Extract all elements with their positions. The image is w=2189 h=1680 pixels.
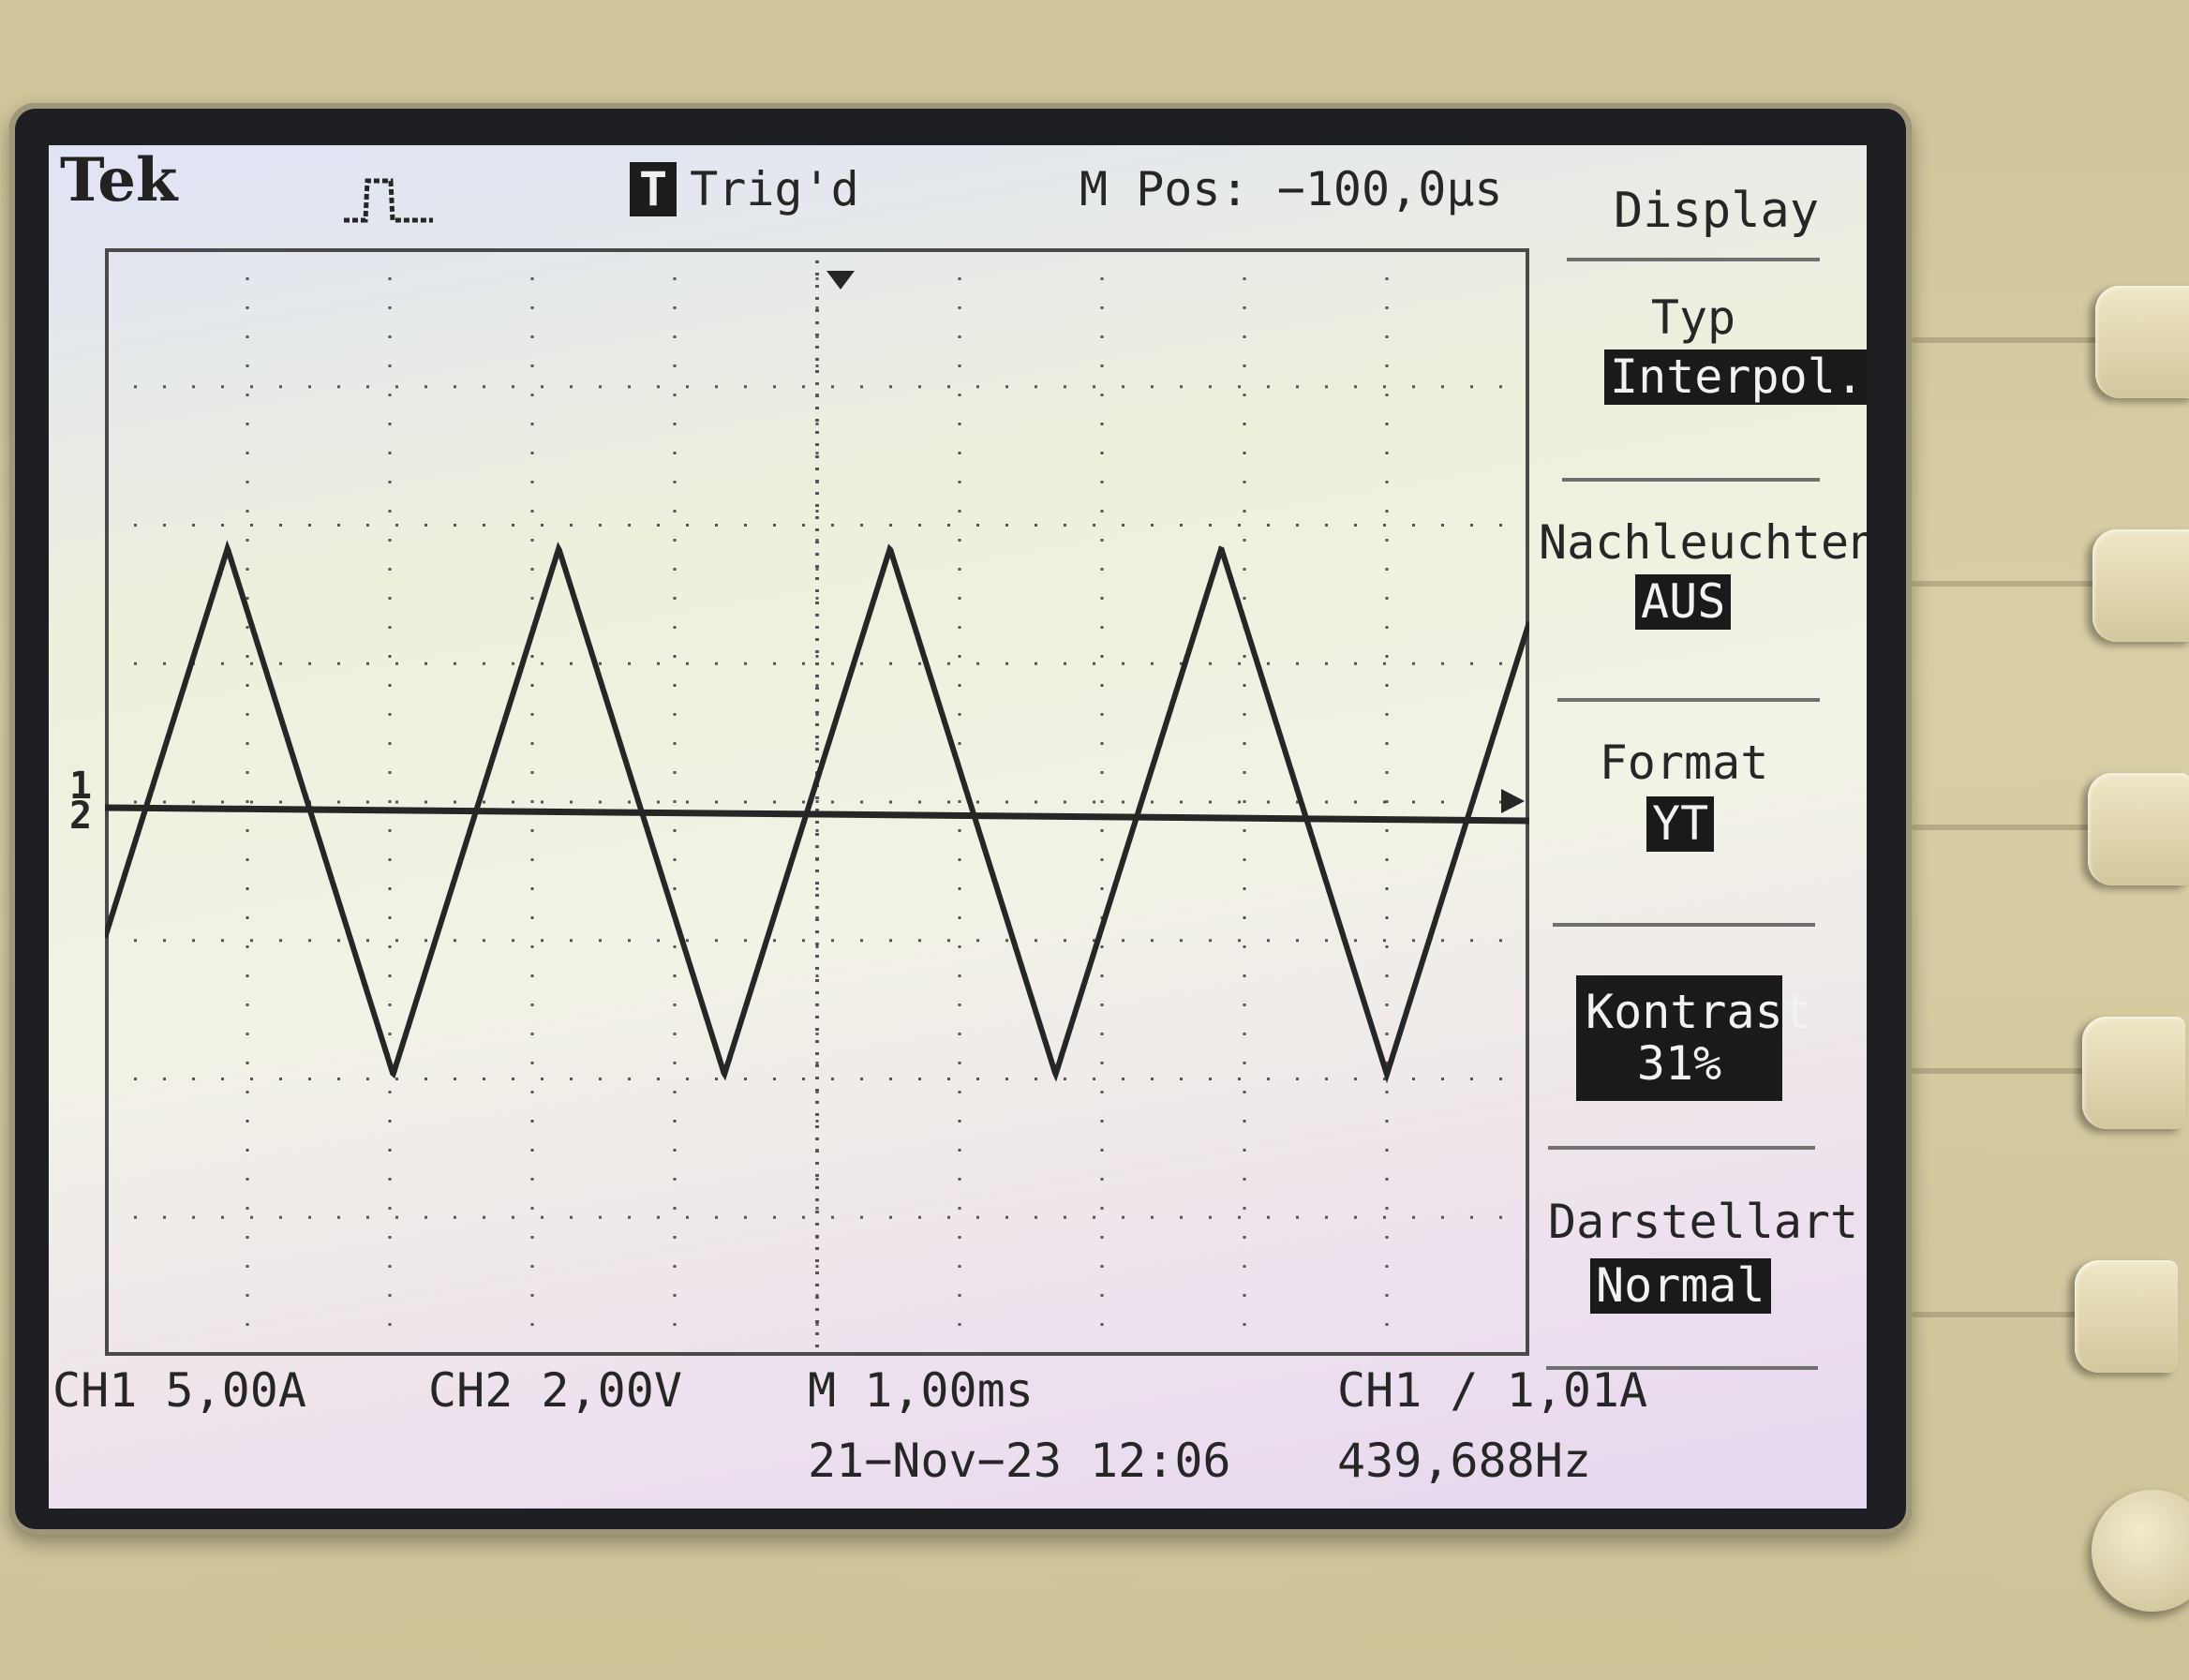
multipurpose-knob[interactable] [2092,1490,2189,1612]
menu-divider [1567,258,1820,261]
menu-divider [1548,1146,1815,1150]
menu-item-kontrast-label: Kontrast [1586,985,1811,1039]
menu-item-darstellart-value[interactable]: Normal [1590,1258,1771,1314]
trigger-status-text: Trig'd [690,162,859,216]
trigger-level-marker [1501,789,1525,813]
trigger-position-marker [826,271,855,290]
menu-button-3[interactable] [2088,773,2189,885]
graticule [105,248,1529,1356]
acquire-mode-icon [344,178,433,223]
menu-item-typ-label: Typ [1650,290,1736,345]
channel-markers: 1 2 [69,767,93,838]
menu-item-format-label: Format [1599,736,1769,790]
menu-item-format-value[interactable]: YT [1646,796,1715,852]
housing-ridge [1912,825,2099,830]
ch2-marker: 2 [69,795,93,838]
menu-item-nachleuchten-label: Nachleuchten [1539,515,1867,570]
menu-item-darstellart-label: Darstellart [1548,1195,1859,1249]
housing-ridge [1912,1312,2099,1317]
ch1-scale: CH1 5,00A [52,1363,306,1418]
menu-button-2[interactable] [2092,529,2189,642]
menu-button-4[interactable] [2082,1017,2185,1129]
grid-lines [105,248,1529,1356]
trigger-badge: T [630,162,678,216]
housing-ridge [1912,337,2099,343]
menu-item-nachleuchten-value[interactable]: AUS [1635,574,1732,630]
trigger-setting: CH1 ∕ 1,01A [1337,1363,1648,1418]
housing-ridge [1912,1068,2099,1074]
menu-button-5[interactable] [2075,1260,2178,1373]
brand-logo: Tek [60,145,178,216]
oscilloscope: Tek T Trig'd M Pos: −100,0µs 1 2 Display … [0,0,2189,1680]
trigger-status: T Trig'd [630,162,859,216]
date-time: 21−Nov−23 12:06 [808,1434,1231,1488]
ch2-scale: CH2 2,00V [428,1363,682,1418]
menu-divider [1557,698,1820,702]
lcd-screen: Tek T Trig'd M Pos: −100,0µs 1 2 Display … [49,145,1867,1509]
horizontal-position: M Pos: −100,0µs [1080,162,1503,216]
menu-button-1[interactable] [2095,286,2189,398]
menu-item-kontrast[interactable]: Kontrast 31% [1576,975,1811,1101]
menu-title: Display [1614,183,1820,239]
housing-ridge [1912,581,2099,587]
menu-divider [1553,923,1815,927]
menu-item-typ-value[interactable]: Interpol. [1604,349,1867,405]
menu-divider [1562,478,1820,482]
frequency-readout: 439,688Hz [1337,1434,1591,1488]
timebase: M 1,00ms [808,1363,1034,1418]
menu-item-kontrast-value: 31% [1636,1036,1722,1091]
